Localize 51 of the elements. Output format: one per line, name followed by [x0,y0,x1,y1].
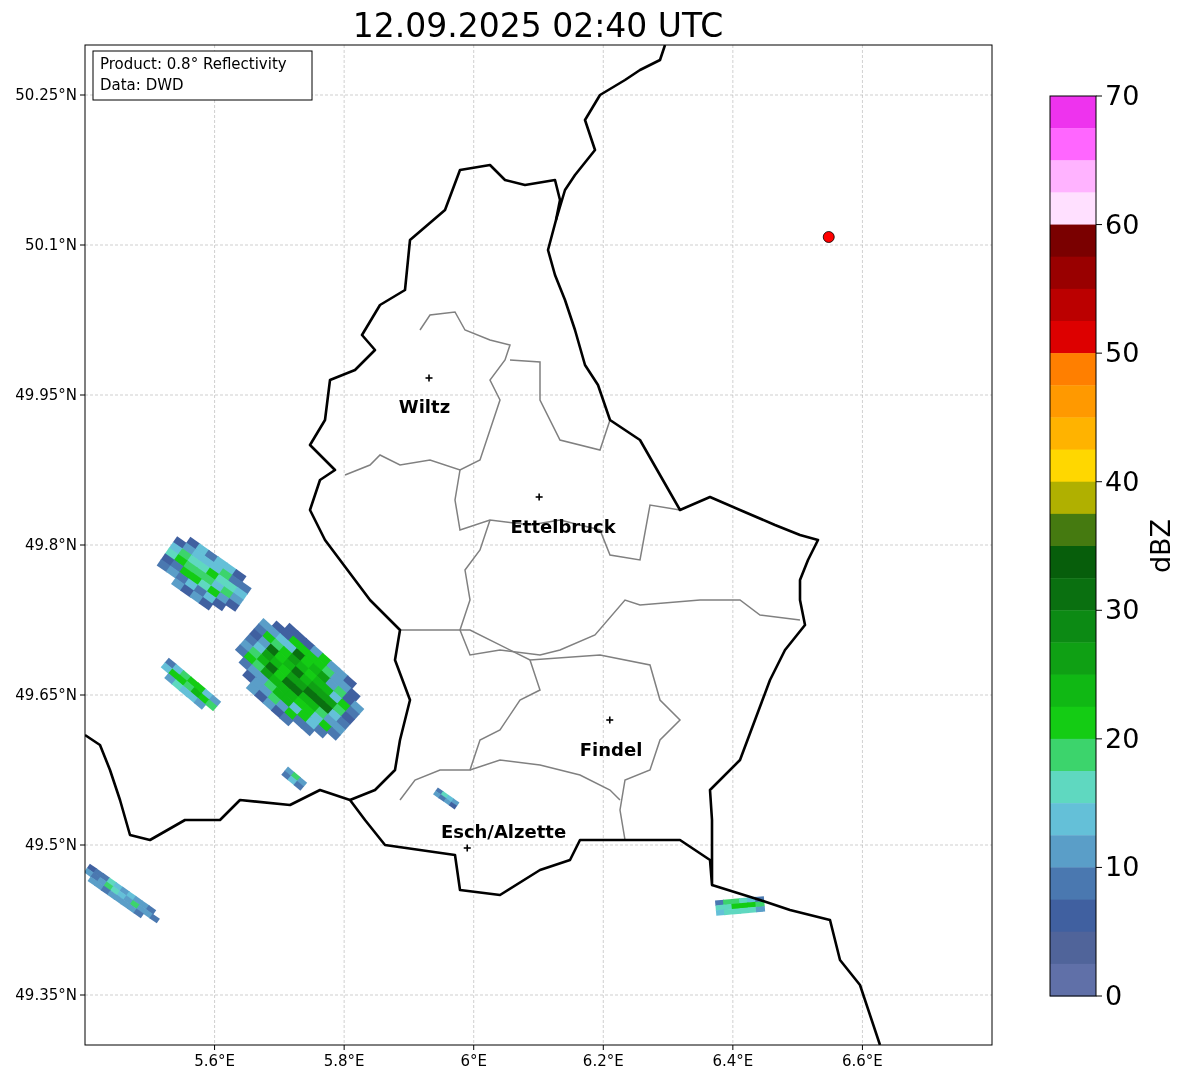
tick-mark [732,1044,734,1051]
tick-mark [343,1044,345,1051]
colorbar-tick-label: 20 [1105,722,1140,754]
axis-tick-label: 5.6°E [194,1052,235,1070]
axis-tick-label: 50.25°N [15,86,77,104]
info-text: Product: 0.8° Reflectivity [100,55,287,73]
tick-mark [79,244,86,246]
axis-tick-label: 50.1°N [24,236,77,254]
colorbar-tick-label: 40 [1105,465,1140,497]
tick-mark [214,1044,216,1051]
tick-mark [79,394,86,396]
city-label: Findel [579,739,643,760]
axis-tick-label: 6.4°E [712,1052,754,1070]
tick-mark [79,844,86,846]
city-label: Wiltz [398,396,451,417]
chart-title: 12.09.2025 02:40 UTC [352,6,724,45]
axis-tick-label: 6.6°E [842,1052,883,1070]
colorbar-tick-label: 10 [1105,851,1140,883]
colorbar-tick-label: 0 [1105,980,1123,1011]
radar-echo-drawing [281,766,308,791]
axis-tick-label: 49.8°N [24,536,77,554]
radar-echo-drawing [160,657,222,712]
axis-tick-label: 49.5°N [24,836,77,854]
tick-mark [473,1044,475,1051]
colorbar-tick-label: 60 [1105,208,1140,240]
tick-mark [861,1044,863,1051]
radar-echo-drawing [715,896,766,916]
radar-echo-drawing [433,787,460,810]
city-label: Ettelbruck [510,516,616,537]
tick-mark [79,994,86,996]
city-marker [424,373,434,383]
axis-tick-label: 6.2°E [582,1052,624,1070]
axis-tick-label: 49.35°N [15,986,77,1004]
location-dot [822,231,835,243]
colorbar-tick-label: 30 [1105,594,1140,626]
tick-mark [79,94,86,96]
axis-tick-label: 5.8°E [323,1052,365,1070]
city-marker [462,843,472,853]
city-marker [534,492,544,502]
axis-tick-label: 49.95°N [15,386,77,404]
axis-tick-label: 6°E [460,1052,487,1070]
city-marker [605,715,615,725]
info-text: Data: DWD [100,76,184,94]
city-label: Esch/Alzette [440,821,567,842]
tick-mark [79,694,86,696]
colorbar-tick-label: 50 [1105,337,1140,369]
tick-mark [79,544,86,546]
colorbar-tick-label: 70 [1105,80,1140,111]
axis-tick-label: 49.65°N [15,686,77,704]
colorbar-label: dBZ [1145,518,1176,574]
tick-mark [602,1044,604,1051]
